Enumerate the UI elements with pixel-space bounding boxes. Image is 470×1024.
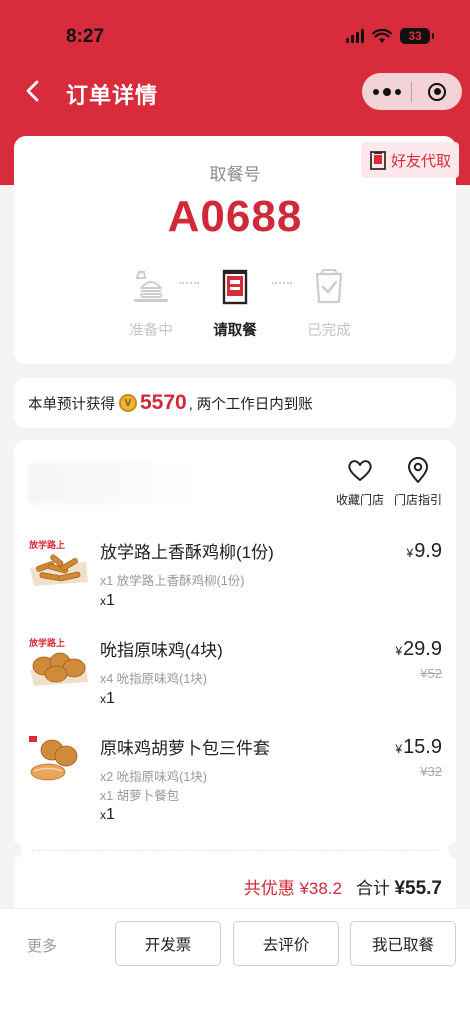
page-title: 订单详情 [66, 83, 159, 108]
item-detail: x1 胡萝卜餐包 [100, 789, 180, 803]
order-total: 共优惠 ¥38.2 合计 ¥55.7 [244, 874, 442, 900]
fried-chicken-image: 放学路上 [28, 637, 88, 686]
item-price: ¥9.9 [406, 540, 443, 562]
item-detail: x4 吮指原味鸡(1块) [100, 672, 207, 686]
item-original-price: ¥32 [420, 764, 442, 779]
dashed-divider [32, 850, 438, 851]
step-label-completed: 已完成 [307, 323, 351, 339]
kfc-bag-icon [222, 269, 248, 305]
status-time: 8:27 [66, 26, 105, 47]
heart-icon [348, 460, 372, 481]
review-button[interactable]: 去评价 [233, 921, 339, 966]
item-price: ¥29.9 [395, 638, 442, 660]
step-label-preparing: 准备中 [129, 323, 173, 339]
burger-tray-icon [134, 271, 168, 302]
back-button[interactable] [20, 78, 46, 104]
battery-icon: 33 [400, 28, 434, 44]
store-name-blurred [28, 462, 198, 504]
coin-icon: V [119, 394, 137, 412]
card-notch [448, 842, 464, 858]
step-ready: 请取餐 [195, 268, 275, 340]
points-card: 本单预计获得 V 5570 , 两个工作日内到账 [14, 378, 456, 428]
step-label-ready: 请取餐 [213, 323, 257, 339]
card-notch [6, 842, 22, 858]
item-quantity: x1 [100, 806, 115, 823]
store-guide-label: 门店指引 [393, 493, 442, 507]
pickup-card: 好友代取 取餐号 A0688 准备中 请取餐 已完成 [14, 136, 459, 364]
item-price: ¥15.9 [395, 736, 442, 758]
order-progress: 准备中 请取餐 已完成 [14, 268, 456, 340]
location-pin-icon [408, 457, 428, 483]
store-guide-button[interactable]: 门店指引 [388, 456, 448, 508]
invoice-button[interactable]: 开发票 [115, 921, 221, 966]
signal-icon [346, 29, 364, 43]
chicken-bun-combo-image [29, 736, 78, 781]
item-original-price: ¥52 [420, 666, 442, 681]
bottom-action-bar: 更多 开发票 去评价 我已取餐 [0, 908, 470, 1024]
discount-summary: 共优惠 ¥38.2 [243, 879, 342, 898]
total-summary: 合计 ¥55.7 [356, 878, 442, 899]
wifi-icon [372, 28, 392, 43]
order-card: 收藏门店 门店指引 放学路上 放学路上香酥鸡柳(1份) x1 放学路上香酥鸡柳(… [6, 440, 464, 920]
points-suffix: , 两个工作日内到账 [188, 396, 313, 413]
pickup-number-label: 取餐号 [209, 165, 261, 184]
item-name: 吮指原味鸡(4块) [100, 641, 223, 660]
pickup-number: A0688 [167, 192, 303, 241]
points-amount: 5570 [140, 391, 187, 414]
item-quantity: x1 [100, 690, 115, 707]
item-detail: x2 吮指原味鸡(1块) [100, 770, 207, 784]
more-button[interactable]: 更多 [27, 935, 57, 956]
completed-bag-icon [315, 269, 343, 304]
status-icons: 33 [346, 28, 434, 44]
points-prefix: 本单预计获得 [28, 396, 115, 413]
picked-up-button[interactable]: 我已取餐 [350, 921, 456, 966]
item-quantity: x1 [100, 592, 115, 609]
chevron-left-icon [26, 80, 39, 102]
item-detail: x1 放学路上香酥鸡柳(1份) [100, 574, 245, 588]
miniprogram-capsule [362, 73, 462, 110]
item-name: 放学路上香酥鸡柳(1份) [100, 543, 274, 562]
svg-text:放学路上: 放学路上 [28, 539, 65, 551]
more-options-icon[interactable] [362, 87, 411, 96]
svg-text:放学路上: 放学路上 [28, 637, 65, 649]
status-bar: 8:27 33 [0, 0, 470, 60]
item-name: 原味鸡胡萝卜包三件套 [100, 739, 270, 758]
chicken-strips-image: 放学路上 [28, 539, 88, 586]
step-preparing: 准备中 [111, 268, 191, 340]
step-completed: 已完成 [289, 268, 369, 340]
favorite-store-label: 收藏门店 [335, 493, 384, 507]
close-miniprogram-icon[interactable] [412, 82, 462, 101]
favorite-store-button[interactable]: 收藏门店 [330, 456, 390, 508]
